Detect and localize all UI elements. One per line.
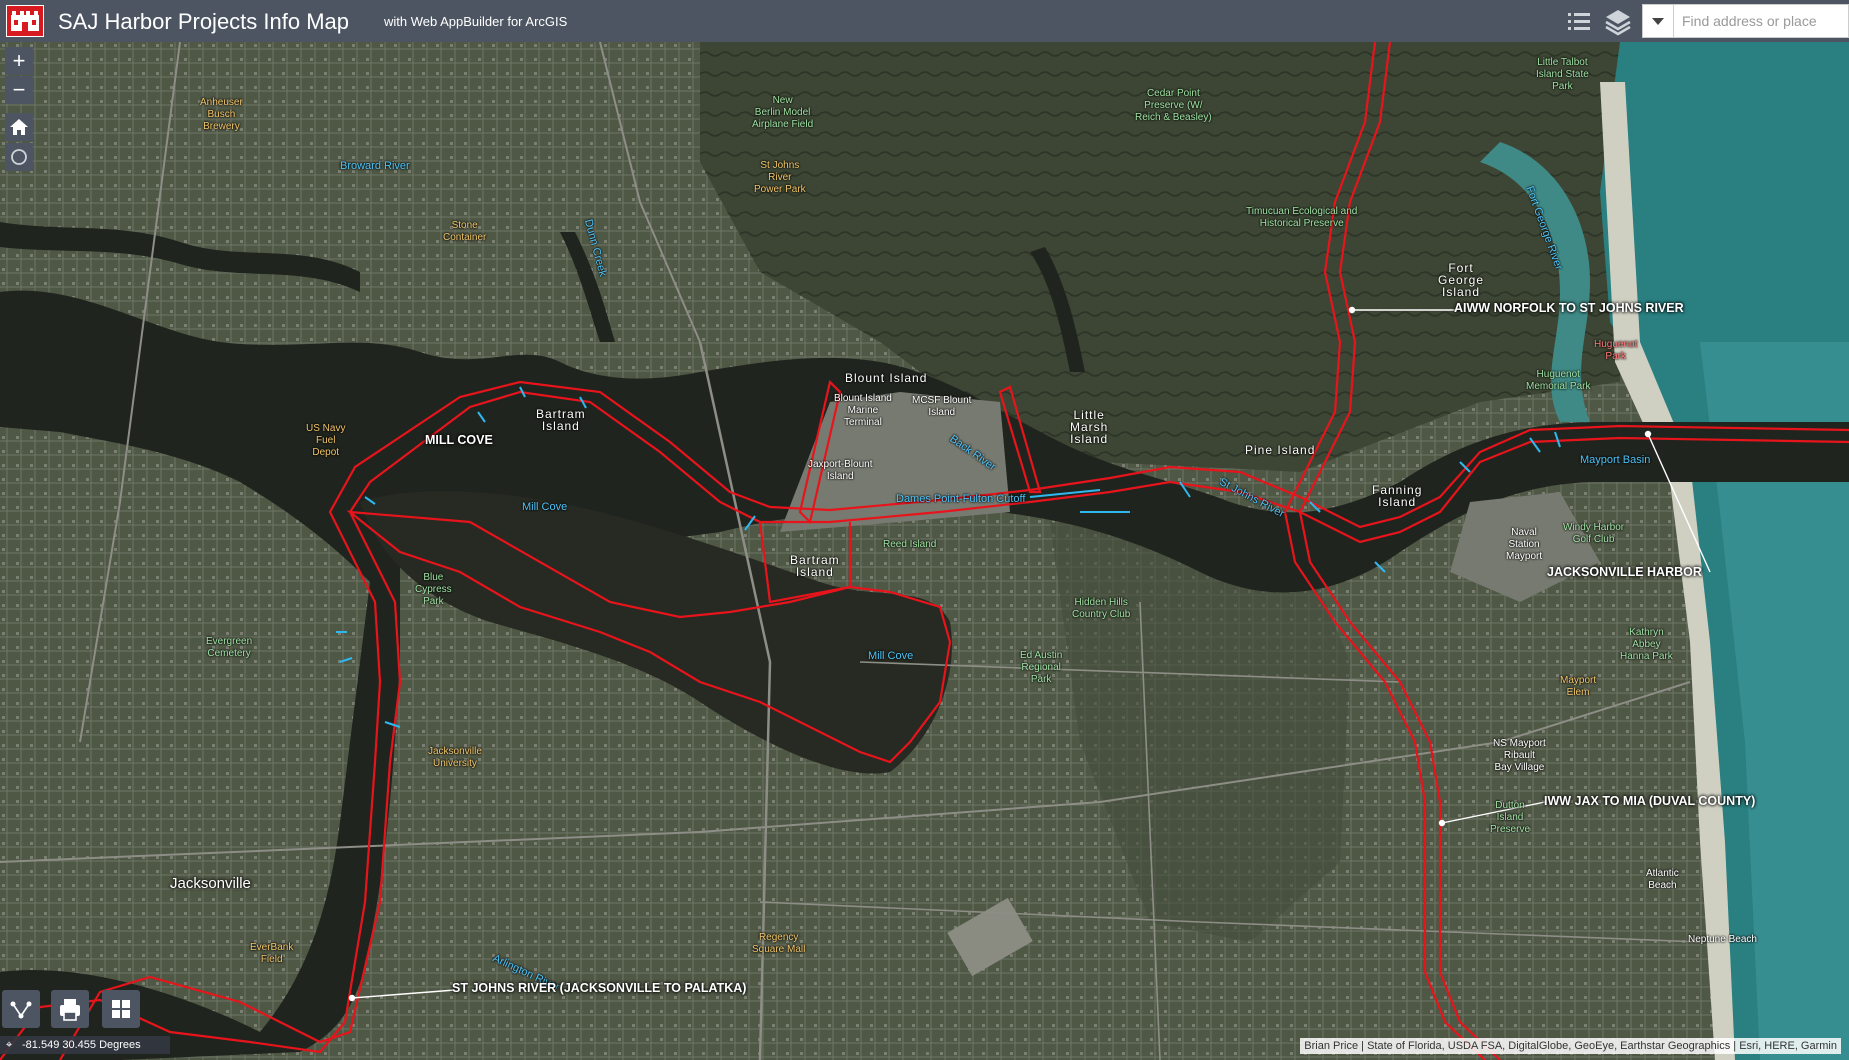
label-windy-harbor: Windy Harbor Golf Club: [1563, 522, 1625, 545]
label-fanning-island: Fanning Island: [1372, 483, 1423, 509]
label-kathryn-abbey-hanna: Kathryn Abbey Hanna Park: [1620, 627, 1673, 662]
coordinate-display: ⌖ -81.549 30.455 Degrees: [0, 1036, 170, 1054]
project-label-aiww[interactable]: AIWW NORFOLK TO ST JOHNS RIVER: [1454, 302, 1684, 315]
measure-icon: [10, 1001, 32, 1019]
label-us-navy-fuel-depot: US Navy Fuel Depot: [306, 423, 346, 458]
label-blount-marine-terminal: Blount Island Marine Terminal: [834, 393, 892, 428]
measure-button[interactable]: [2, 990, 40, 1028]
label-dames-point-cutoff: Dames Point-Fulton Cutoff: [896, 493, 1026, 505]
label-evergreen-cemetery: Evergreen Cemetery: [206, 636, 253, 659]
map-attribution: Brian Price | State of Florida, USDA FSA…: [1300, 1038, 1841, 1054]
label-everbank-field: EverBank Field: [250, 942, 294, 965]
app-header: SAJ Harbor Projects Info Map with Web Ap…: [0, 0, 1849, 42]
app-title: SAJ Harbor Projects Info Map: [58, 9, 350, 34]
label-mcsf-blount: MCSF Blount Island: [912, 395, 972, 418]
label-atlantic-beach: Atlantic Beach: [1646, 868, 1679, 891]
label-st-johns-power-park: St Johns River Power Park: [754, 160, 806, 195]
label-huguenot-park: Huguenot Park: [1594, 339, 1638, 362]
label-mill-cove-water: Mill Cove: [522, 501, 568, 513]
label-ed-austin-park: Ed Austin Regional Park: [1020, 650, 1063, 685]
label-jacksonville: Jacksonville: [170, 875, 251, 892]
basemap-gallery-icon: [112, 1000, 130, 1018]
print-button[interactable]: [51, 990, 89, 1028]
label-mill-cove-project: MILL COVE: [425, 433, 493, 447]
label-mayport-basin: Mayport Basin: [1580, 454, 1651, 466]
label-cedar-point: Cedar Point Preserve (W/Reich & Beasley): [1135, 88, 1212, 123]
print-icon: [60, 999, 80, 1021]
label-pine-island: Pine Island: [1245, 443, 1316, 457]
layers-icon[interactable]: [1601, 4, 1635, 38]
locate-icon: [11, 149, 27, 165]
home-button[interactable]: [5, 113, 33, 141]
legend-list-icon[interactable]: [1562, 4, 1596, 38]
label-blue-cypress-park: Blue Cypress Park: [415, 572, 452, 607]
label-blount-island: Blount Island: [845, 371, 928, 385]
label-little-talbot: Little Talbot Island State Park: [1536, 57, 1589, 92]
app-subtitle: with Web AppBuilder for ArcGIS: [384, 14, 568, 29]
label-fort-george-island: Fort George Island: [1438, 261, 1485, 299]
label-jacksonville-university: Jacksonville University: [428, 746, 482, 769]
zoom-out-button[interactable]: −: [5, 76, 33, 104]
label-anheuser-busch: Anheuser Busch Brewery: [200, 97, 243, 132]
label-huguenot-memorial: Huguenot Memorial Park: [1526, 369, 1591, 392]
project-label-jacksonville-harbor[interactable]: JACKSONVILLE HARBOR: [1547, 566, 1702, 579]
label-regency-square-mall: Regency Square Mall: [752, 932, 806, 955]
home-icon: [10, 119, 28, 135]
label-new-berlin-field: New Berlin Model Airplane Field: [752, 95, 814, 130]
project-label-iww-duval[interactable]: IWW JAX TO MIA (DUVAL COUNTY): [1544, 795, 1755, 808]
label-timucuan: Timucuan Ecological and Historical Preser…: [1246, 206, 1358, 229]
coordinate-text: -81.549 30.455 Degrees: [22, 1039, 141, 1051]
label-bartram-island-2: Bartram Island: [790, 553, 840, 579]
label-dutton-island: Dutton Island Preserve: [1490, 800, 1531, 835]
label-bartram-island-1: Bartram Island: [536, 407, 586, 433]
locate-button[interactable]: [5, 143, 33, 171]
map-view[interactable]: Anheuser Busch Brewery Broward River New Be…: [0, 42, 1849, 1060]
label-ns-mayport-ribault: NS Mayport Ribault Bay Village: [1493, 738, 1546, 773]
project-label-st-johns-river-palatka[interactable]: ST JOHNS RIVER (JACKSONVILLE TO PALATKA): [452, 982, 746, 995]
search-input[interactable]: [1676, 4, 1849, 38]
chevron-down-icon: [1652, 18, 1664, 25]
label-naval-station-mayport: Naval Station Mayport: [1506, 527, 1543, 562]
label-neptune-beach: Neptune Beach: [1688, 934, 1757, 945]
search-source-dropdown[interactable]: [1642, 4, 1674, 38]
label-broward-river: Broward River: [340, 160, 410, 172]
label-stone-container: Stone Container: [443, 220, 487, 243]
label-little-marsh-island: Little Marsh Island: [1070, 408, 1109, 446]
usace-castle-logo: [6, 5, 44, 37]
label-reed-island: Reed Island: [883, 539, 937, 550]
label-mayport-elem: Mayport Elem: [1560, 675, 1597, 698]
crosshair-icon[interactable]: ⌖: [6, 1036, 12, 1054]
label-jaxport-blount: Jaxport-Blount Island: [808, 459, 873, 482]
zoom-in-button[interactable]: +: [5, 47, 33, 75]
basemap-gallery-button[interactable]: [102, 990, 140, 1028]
satellite-basemap: [0, 42, 1849, 1060]
label-mill-cove-lower: Mill Cove: [868, 650, 914, 662]
label-hidden-hills: Hidden Hills Country Club: [1072, 597, 1131, 620]
